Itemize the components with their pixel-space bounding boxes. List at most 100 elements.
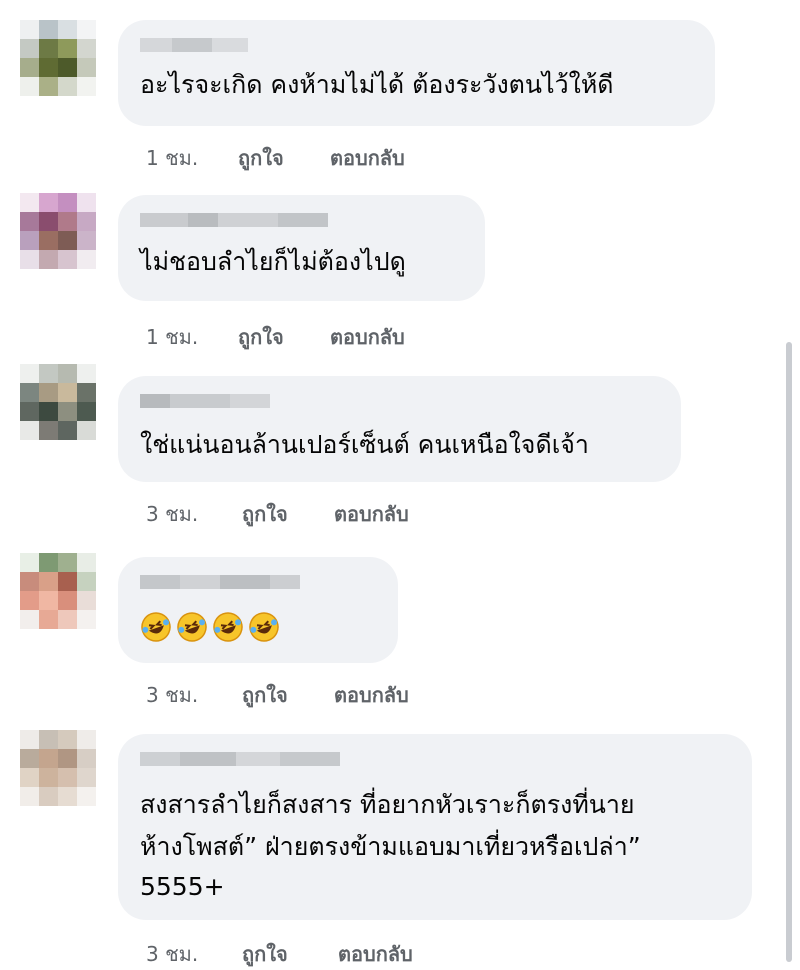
avatar-pixel bbox=[39, 212, 58, 231]
avatar-pixel bbox=[77, 212, 96, 231]
avatar-pixel bbox=[39, 193, 58, 212]
avatar-pixel bbox=[58, 421, 77, 440]
avatar-pixel bbox=[58, 553, 77, 572]
avatar-pixel bbox=[39, 39, 58, 58]
rofl-emoji bbox=[141, 612, 171, 642]
avatar-pixel bbox=[20, 787, 39, 806]
commenter-name[interactable] bbox=[140, 752, 340, 766]
like-button[interactable]: ถูกใจ bbox=[242, 679, 288, 711]
comment-time[interactable]: 3 ชม. bbox=[146, 679, 198, 711]
avatar-pixel bbox=[77, 39, 96, 58]
avatar-pixel bbox=[58, 768, 77, 787]
avatar-pixel bbox=[58, 77, 77, 96]
avatar-pixel bbox=[77, 787, 96, 806]
like-button[interactable]: ถูกใจ bbox=[238, 321, 284, 353]
comment-text-line-3: 5555+ bbox=[140, 872, 225, 901]
avatar-pixel bbox=[20, 231, 39, 250]
avatar-pixel bbox=[58, 58, 77, 77]
rofl-emoji bbox=[177, 612, 207, 642]
avatar-pixel bbox=[58, 231, 77, 250]
reply-button[interactable]: ตอบกลับ bbox=[330, 142, 405, 174]
emoji-row bbox=[140, 611, 280, 643]
comment-bubble: ใช่แน่นอนล้านเปอร์เซ็นต์ คนเหนือใจดีเจ้า bbox=[118, 376, 681, 482]
avatar-pixel bbox=[20, 591, 39, 610]
avatar-pixel bbox=[39, 572, 58, 591]
like-button[interactable]: ถูกใจ bbox=[238, 142, 284, 174]
avatar-pixel bbox=[20, 20, 39, 39]
reply-button[interactable]: ตอบกลับ bbox=[334, 679, 409, 711]
avatar-pixel bbox=[39, 402, 58, 421]
scrollbar-thumb[interactable] bbox=[786, 342, 792, 962]
like-button[interactable]: ถูกใจ bbox=[242, 938, 288, 970]
avatar-pixel bbox=[58, 402, 77, 421]
avatar-pixel bbox=[77, 193, 96, 212]
reply-button[interactable]: ตอบกลับ bbox=[338, 938, 413, 970]
avatar-pixel bbox=[77, 749, 96, 768]
comment-time[interactable]: 1 ชม. bbox=[146, 142, 198, 174]
avatar-pixel bbox=[39, 364, 58, 383]
comment-bubble: ไม่ชอบลำไยก็ไม่ต้องไปดู bbox=[118, 195, 485, 301]
avatar-pixel bbox=[39, 749, 58, 768]
avatar[interactable] bbox=[20, 730, 96, 806]
avatar-pixel bbox=[77, 231, 96, 250]
avatar-pixel bbox=[39, 610, 58, 629]
avatar-pixel bbox=[58, 364, 77, 383]
avatar-pixel bbox=[39, 383, 58, 402]
avatar-pixel bbox=[20, 402, 39, 421]
avatar-pixel bbox=[77, 364, 96, 383]
commenter-name[interactable] bbox=[140, 38, 248, 52]
comment-time[interactable]: 1 ชม. bbox=[146, 321, 198, 353]
avatar[interactable] bbox=[20, 364, 96, 440]
avatar-pixel bbox=[77, 383, 96, 402]
avatar[interactable] bbox=[20, 20, 96, 96]
comment-time[interactable]: 3 ชม. bbox=[146, 938, 198, 970]
avatar-pixel bbox=[77, 591, 96, 610]
avatar-pixel bbox=[39, 58, 58, 77]
avatar-pixel bbox=[39, 20, 58, 39]
reply-button[interactable]: ตอบกลับ bbox=[334, 498, 409, 530]
avatar-pixel bbox=[39, 730, 58, 749]
commenter-name[interactable] bbox=[140, 575, 300, 589]
rofl-emoji bbox=[213, 612, 243, 642]
avatar-pixel bbox=[77, 20, 96, 39]
avatar[interactable] bbox=[20, 553, 96, 629]
avatar-pixel bbox=[58, 749, 77, 768]
avatar-pixel bbox=[77, 610, 96, 629]
avatar-pixel bbox=[39, 421, 58, 440]
commenter-name[interactable] bbox=[140, 213, 328, 227]
avatar-pixel bbox=[77, 77, 96, 96]
avatar-pixel bbox=[77, 250, 96, 269]
avatar-pixel bbox=[77, 58, 96, 77]
avatar-pixel bbox=[39, 77, 58, 96]
comment-text: ไม่ชอบลำไยก็ไม่ต้องไปดู bbox=[140, 247, 406, 276]
commenter-name[interactable] bbox=[140, 394, 270, 408]
reply-button[interactable]: ตอบกลับ bbox=[330, 321, 405, 353]
avatar-pixel bbox=[58, 193, 77, 212]
avatar-pixel bbox=[77, 421, 96, 440]
comment-text: อะไรจะเกิด คงห้ามไม่ได้ ต้องระวังตนไว้ให… bbox=[140, 70, 614, 99]
avatar-pixel bbox=[20, 39, 39, 58]
avatar-pixel bbox=[20, 212, 39, 231]
comment-text-line-1: สงสารลำไยก็สงสาร ที่อยากหัวเราะก็ตรงที่น… bbox=[140, 790, 635, 819]
avatar-pixel bbox=[20, 768, 39, 787]
avatar-pixel bbox=[39, 231, 58, 250]
avatar-pixel bbox=[39, 591, 58, 610]
avatar-pixel bbox=[20, 749, 39, 768]
comment-text: ใช่แน่นอนล้านเปอร์เซ็นต์ คนเหนือใจดีเจ้า bbox=[140, 430, 589, 459]
avatar[interactable] bbox=[20, 193, 96, 269]
comment-time[interactable]: 3 ชม. bbox=[146, 498, 198, 530]
avatar-pixel bbox=[20, 193, 39, 212]
avatar-pixel bbox=[58, 20, 77, 39]
comment-bubble bbox=[118, 557, 398, 663]
avatar-pixel bbox=[77, 572, 96, 591]
avatar-pixel bbox=[20, 58, 39, 77]
avatar-pixel bbox=[39, 768, 58, 787]
avatar-pixel bbox=[20, 610, 39, 629]
avatar-pixel bbox=[58, 787, 77, 806]
avatar-pixel bbox=[58, 572, 77, 591]
avatar-pixel bbox=[58, 610, 77, 629]
like-button[interactable]: ถูกใจ bbox=[242, 498, 288, 530]
avatar-pixel bbox=[20, 77, 39, 96]
avatar-pixel bbox=[39, 553, 58, 572]
avatar-pixel bbox=[77, 553, 96, 572]
